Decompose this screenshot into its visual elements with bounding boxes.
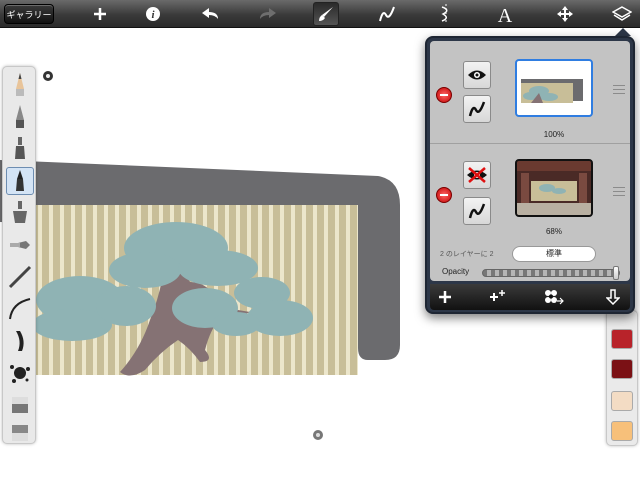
layer-thumbnail[interactable] — [515, 159, 593, 217]
stroke-icon[interactable] — [375, 2, 399, 26]
splatter-icon[interactable] — [6, 359, 34, 387]
undo-icon[interactable] — [198, 2, 222, 26]
layer-row[interactable]: 100% — [430, 41, 630, 141]
blend-mode-icon[interactable] — [463, 95, 491, 123]
delete-layer-button[interactable] — [436, 187, 452, 203]
color-swatch-red[interactable] — [611, 329, 633, 349]
merge-down-icon[interactable] — [602, 288, 624, 306]
move-icon[interactable] — [554, 2, 576, 26]
layers-panel: 100% 68% 2 のレイヤーに 2 標準 Opacity — [425, 36, 635, 314]
pen-icon[interactable] — [6, 103, 34, 131]
color-palette — [606, 310, 638, 446]
gallery-button[interactable]: ギャラリー — [4, 4, 54, 24]
stripe — [335, 205, 339, 375]
top-toolbar: ギャラリー i A — [0, 0, 640, 28]
wet-brush-icon[interactable] — [6, 327, 34, 355]
airbrush-icon[interactable] — [6, 199, 34, 227]
svg-text:A: A — [498, 5, 513, 24]
blend-mode-row: 2 のレイヤーに 2 標準 — [430, 246, 630, 264]
symmetry-icon[interactable] — [436, 2, 456, 26]
layer-thumbnail[interactable] — [515, 59, 593, 117]
layer-opacity-label: 100% — [543, 130, 565, 139]
paint-brush-icon[interactable] — [6, 263, 34, 291]
ink-pen-icon[interactable] — [6, 167, 34, 195]
color-swatch-peach[interactable] — [611, 421, 633, 441]
stripe — [324, 205, 328, 375]
stripe — [313, 205, 317, 375]
color-swatch-dark-red[interactable] — [611, 359, 633, 379]
reorder-handle-icon[interactable] — [613, 85, 625, 95]
layer-count-label: 2 のレイヤーに 2 — [440, 251, 494, 258]
layers-footer — [430, 284, 630, 310]
layers-icon[interactable] — [610, 2, 634, 26]
brush-icon[interactable] — [313, 2, 339, 26]
stripe — [346, 205, 350, 375]
stripe — [225, 205, 229, 375]
layers-list: 100% 68% 2 のレイヤーに 2 標準 Opacity — [430, 41, 630, 281]
eye-hidden-icon[interactable] — [463, 161, 491, 189]
opacity-slider[interactable] — [482, 266, 620, 280]
layer-row[interactable]: 68% — [430, 145, 630, 245]
blend-mode-icon[interactable] — [463, 197, 491, 225]
opacity-slider-thumb[interactable] — [613, 266, 619, 280]
color-swatch-cream[interactable] — [611, 391, 633, 411]
sketchbook-app: ギャラリー i A 100% 68% 2 のレイヤーに 2 標準 Opacity — [0, 0, 640, 480]
layers-popover-arrow — [615, 28, 631, 36]
info-icon[interactable]: i — [143, 2, 163, 26]
text-icon[interactable]: A — [493, 2, 517, 26]
add-layer-icon[interactable] — [434, 288, 456, 306]
delete-layer-button[interactable] — [436, 87, 452, 103]
pencil-icon[interactable] — [6, 71, 34, 99]
reorder-handle-icon[interactable] — [613, 187, 625, 197]
blend-mode-button[interactable]: 標準 — [512, 246, 596, 262]
stripe — [291, 205, 295, 375]
stripe — [302, 205, 306, 375]
curve-brush-icon[interactable] — [6, 295, 34, 323]
smudge-icon[interactable] — [6, 419, 34, 447]
opacity-label: Opacity — [442, 267, 470, 276]
layer-opacity-label: 68% — [545, 227, 562, 236]
brush-palette — [2, 66, 36, 444]
eraser-icon[interactable] — [6, 391, 34, 419]
add-icon[interactable] — [90, 2, 110, 26]
opacity-row: Opacity — [430, 266, 630, 280]
add-layer-from-image-icon[interactable] — [488, 288, 510, 306]
redo-icon[interactable] — [256, 2, 280, 26]
layer-actions-icon[interactable] — [542, 288, 564, 306]
eye-icon[interactable] — [463, 61, 491, 89]
marker-icon[interactable] — [6, 135, 34, 163]
flat-brush-icon[interactable] — [6, 231, 34, 259]
layer-divider — [430, 143, 630, 144]
